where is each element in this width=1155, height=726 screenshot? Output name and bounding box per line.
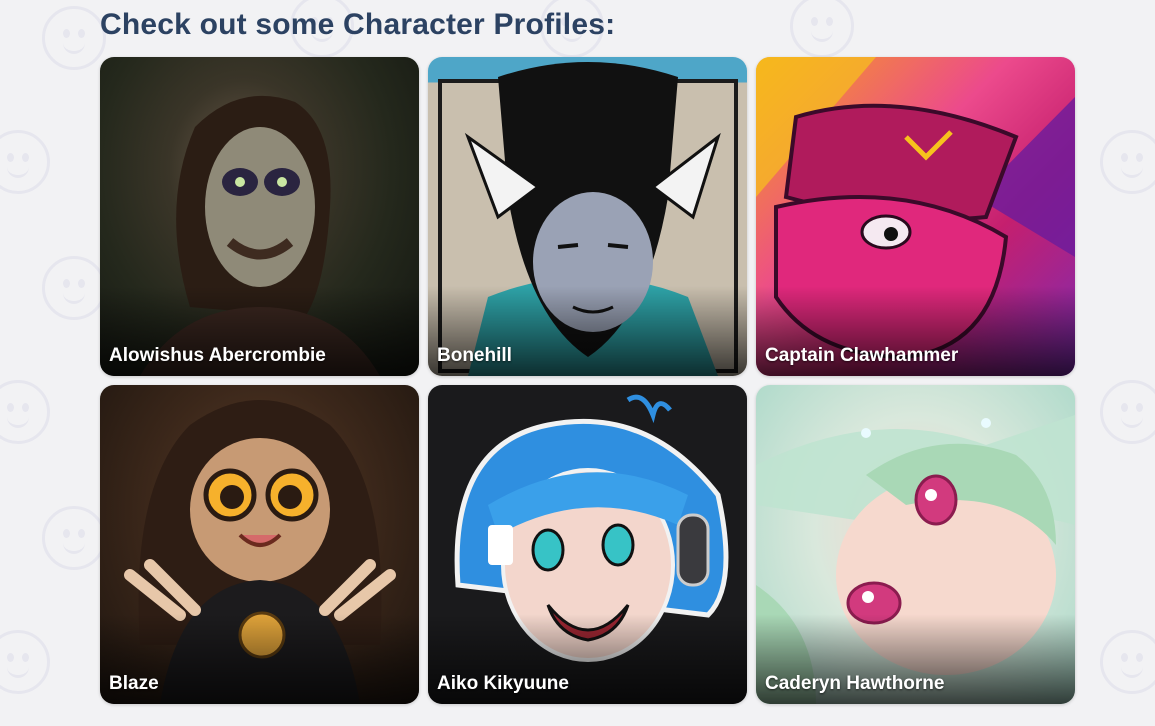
character-card-blaze[interactable]: Blaze [100,385,419,704]
smiley-face-icon [1100,380,1155,444]
smiley-face-icon [1100,130,1155,194]
character-card-aiko-kikyuune[interactable]: Aiko Kikyuune [428,385,747,704]
character-card-alowishus-abercrombie[interactable]: Alowishus Abercrombie [100,57,419,376]
character-grid: Alowishus Abercrombie Bonehill Captain C… [100,57,1075,704]
character-name: Alowishus Abercrombie [109,345,326,366]
character-name: Captain Clawhammer [765,345,959,366]
smiley-face-icon [42,6,106,70]
section-heading: Check out some Character Profiles: [100,8,616,41]
character-name: Caderyn Hawthorne [765,673,945,694]
character-card-bonehill[interactable]: Bonehill [428,57,747,376]
character-name: Bonehill [437,345,512,366]
smiley-face-icon [42,506,106,570]
smiley-face-icon [0,380,50,444]
smiley-face-icon [0,630,50,694]
character-name: Aiko Kikyuune [437,673,569,694]
character-name: Blaze [109,673,159,694]
smiley-face-icon [1100,630,1155,694]
smiley-face-icon [0,130,50,194]
smiley-face-icon [42,256,106,320]
character-card-caderyn-hawthorne[interactable]: Caderyn Hawthorne [756,385,1075,704]
character-card-captain-clawhammer[interactable]: Captain Clawhammer [756,57,1075,376]
smiley-face-icon [790,0,854,58]
